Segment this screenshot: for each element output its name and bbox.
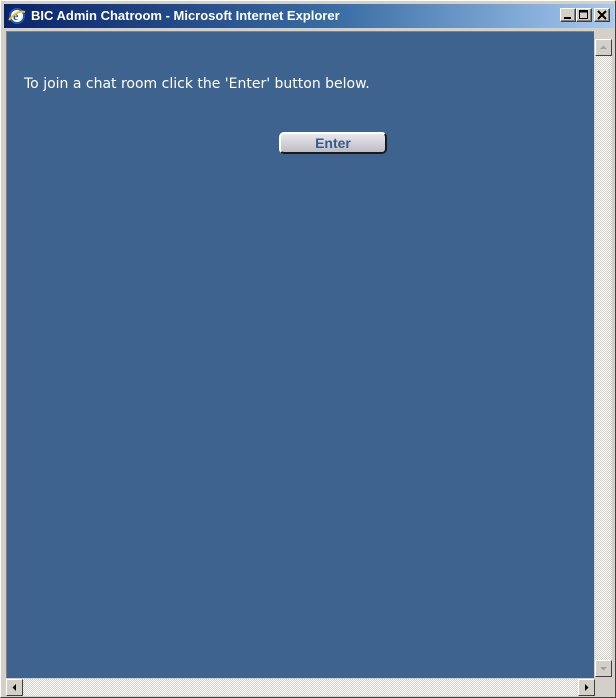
browser-window: e BIC Admin Chatroom - Microsoft Interne…	[0, 0, 616, 698]
window-title: BIC Admin Chatroom - Microsoft Internet …	[31, 8, 340, 23]
minimize-button[interactable]	[560, 8, 576, 22]
arrow-right-icon	[585, 684, 589, 691]
minimize-icon	[564, 17, 571, 19]
scroll-down-button[interactable]	[595, 660, 612, 677]
arrow-down-icon	[600, 667, 607, 671]
scrollbar-corner	[595, 679, 612, 696]
horizontal-scrollbar[interactable]	[6, 679, 595, 696]
scroll-right-button[interactable]	[578, 679, 595, 696]
scroll-left-button[interactable]	[6, 679, 23, 696]
page-content: To join a chat room click the 'Enter' bu…	[6, 31, 594, 678]
scroll-up-button[interactable]	[595, 39, 612, 56]
maximize-icon	[579, 10, 588, 19]
close-button[interactable]	[594, 8, 610, 22]
title-bar[interactable]: e BIC Admin Chatroom - Microsoft Interne…	[4, 4, 614, 28]
ie-icon: e	[8, 7, 26, 25]
close-icon	[597, 10, 607, 20]
vertical-scrollbar[interactable]	[595, 39, 612, 677]
enter-button[interactable]: Enter	[279, 132, 387, 154]
instruction-text: To join a chat room click the 'Enter' bu…	[24, 76, 370, 92]
arrow-left-icon	[12, 684, 16, 691]
maximize-button[interactable]	[576, 8, 592, 22]
arrow-up-icon	[600, 45, 607, 49]
